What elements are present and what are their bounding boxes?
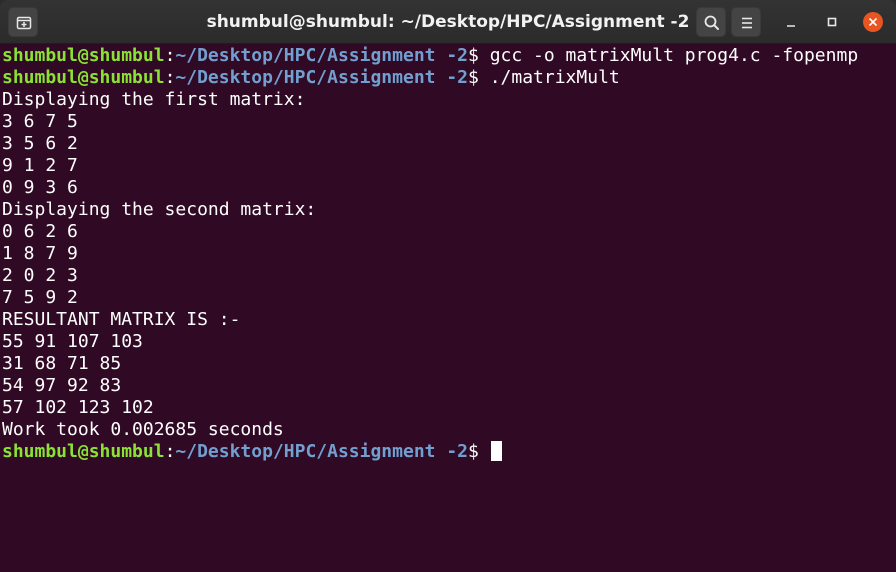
search-icon <box>704 15 719 30</box>
prompt-line: shumbul@shumbul:~/Desktop/HPC/Assignment… <box>2 441 896 463</box>
prompt-user: shumbul@shumbul <box>2 67 165 88</box>
hamburger-menu-icon <box>742 17 752 29</box>
maximize-icon <box>827 17 837 27</box>
prompt-path: ~/Desktop/HPC/Assignment -2 <box>175 67 469 88</box>
output-line: Displaying the first matrix: <box>2 89 306 110</box>
prompt-user: shumbul@shumbul <box>2 441 165 462</box>
prompt-sign: $ <box>468 441 479 462</box>
output-line: 57 102 123 102 <box>2 397 154 418</box>
minimize-button[interactable] <box>779 10 803 34</box>
prompt-line: shumbul@shumbul:~/Desktop/HPC/Assignment… <box>2 67 896 89</box>
minimize-icon <box>787 25 795 27</box>
close-icon <box>863 12 883 32</box>
output-line: 55 91 107 103 <box>2 331 143 352</box>
close-button[interactable] <box>861 10 885 34</box>
maximize-button[interactable] <box>820 10 844 34</box>
prompt-separator: : <box>164 45 176 66</box>
menu-button[interactable] <box>731 7 761 37</box>
output-line: 54 97 92 83 <box>2 375 122 396</box>
output-line: 9 1 2 7 <box>2 155 78 176</box>
output-line: 2 0 2 3 <box>2 265 78 286</box>
prompt-user: shumbul@shumbul <box>2 45 165 66</box>
prompt-separator: : <box>164 67 176 88</box>
prompt-separator: : <box>164 441 176 462</box>
terminal-output[interactable]: shumbul@shumbul:~/Desktop/HPC/Assignment… <box>0 44 896 572</box>
output-line: 3 6 7 5 <box>2 111 78 132</box>
prompt-sign: $ <box>468 45 479 66</box>
title-bar[interactable]: shumbul@shumbul: ~/Desktop/HPC/Assignmen… <box>0 0 896 44</box>
prompt-path: ~/Desktop/HPC/Assignment -2 <box>175 441 469 462</box>
output-line: Displaying the second matrix: <box>2 199 317 220</box>
output-line: 1 8 7 9 <box>2 243 78 264</box>
text-cursor <box>490 441 502 461</box>
output-line: 7 5 9 2 <box>2 287 78 308</box>
command-text <box>479 441 490 462</box>
search-button[interactable] <box>696 7 726 37</box>
new-tab-icon <box>16 16 32 30</box>
prompt-path: ~/Desktop/HPC/Assignment -2 <box>175 45 469 66</box>
new-tab-button[interactable] <box>8 7 38 37</box>
output-line: 31 68 71 85 <box>2 353 122 374</box>
output-line: 0 9 3 6 <box>2 177 78 198</box>
output-line: 3 5 6 2 <box>2 133 78 154</box>
command-text: ./matrixMult <box>478 67 620 88</box>
output-line: Work took 0.002685 seconds <box>2 419 284 440</box>
prompt-line: shumbul@shumbul:~/Desktop/HPC/Assignment… <box>2 45 896 67</box>
command-text: gcc -o matrixMult prog4.c -fopenmp <box>478 45 859 66</box>
prompt-sign: $ <box>468 67 479 88</box>
output-line: RESULTANT MATRIX IS :- <box>2 309 241 330</box>
output-line: 0 6 2 6 <box>2 221 78 242</box>
terminal-window: shumbul@shumbul: ~/Desktop/HPC/Assignmen… <box>0 0 896 572</box>
